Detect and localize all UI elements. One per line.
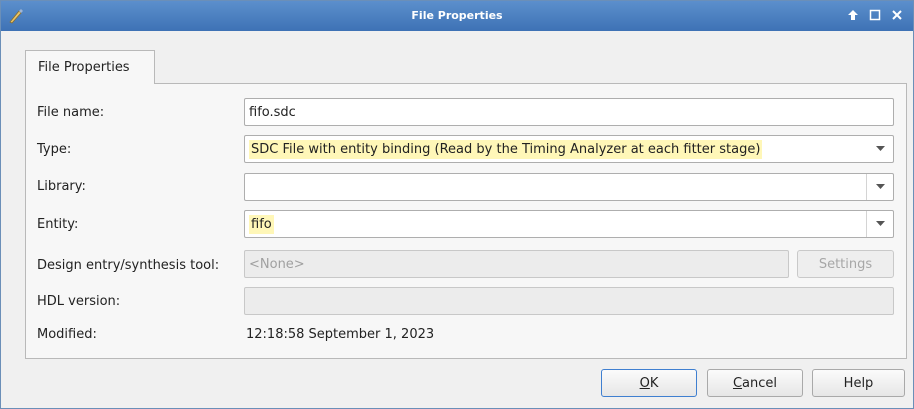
window-title: File Properties	[411, 9, 503, 22]
modified-value: 12:18:58 September 1, 2023	[246, 327, 435, 342]
settings-button: Settings	[797, 250, 894, 278]
library-label: Library:	[37, 179, 86, 194]
hdl-version-label: HDL version:	[37, 294, 121, 309]
type-value: SDC File with entity binding (Read by th…	[249, 140, 763, 159]
file-properties-dialog: File Properties File Properties File nam…	[0, 0, 914, 409]
entity-value: fifo	[249, 215, 274, 234]
chevron-down-icon[interactable]	[866, 174, 893, 200]
close-icon[interactable]	[889, 7, 905, 23]
ok-rest: K	[649, 375, 659, 391]
tool-label: Design entry/synthesis tool:	[37, 258, 220, 273]
entity-label: Entity:	[37, 217, 79, 232]
cancel-button[interactable]: Cancel	[707, 369, 803, 397]
type-label: Type:	[37, 142, 72, 157]
cancel-accel: C	[732, 375, 743, 391]
file-name-field[interactable]: fifo.sdc	[244, 98, 894, 126]
ok-button[interactable]: OK	[601, 369, 697, 397]
tool-value: <None>	[249, 257, 305, 272]
modified-label: Modified:	[37, 327, 97, 342]
entity-combobox[interactable]: fifo	[244, 210, 894, 238]
title-bar[interactable]: File Properties	[1, 1, 913, 31]
help-button[interactable]: Help	[812, 369, 905, 397]
file-name-value: fifo.sdc	[249, 105, 296, 120]
tool-dropdown: <None>	[244, 250, 789, 278]
ok-accel: O	[639, 375, 650, 391]
hdl-version-dropdown	[244, 287, 894, 315]
file-name-label: File name:	[37, 105, 105, 120]
keep-above-icon[interactable]	[845, 7, 861, 23]
maximize-icon[interactable]	[867, 7, 883, 23]
chevron-down-icon[interactable]	[866, 211, 893, 237]
tab-file-properties[interactable]: File Properties	[25, 50, 155, 84]
type-dropdown[interactable]: SDC File with entity binding (Read by th…	[244, 135, 894, 163]
library-combobox[interactable]	[244, 173, 894, 201]
cancel-rest: ancel	[742, 375, 778, 391]
chevron-down-icon[interactable]	[867, 136, 893, 162]
